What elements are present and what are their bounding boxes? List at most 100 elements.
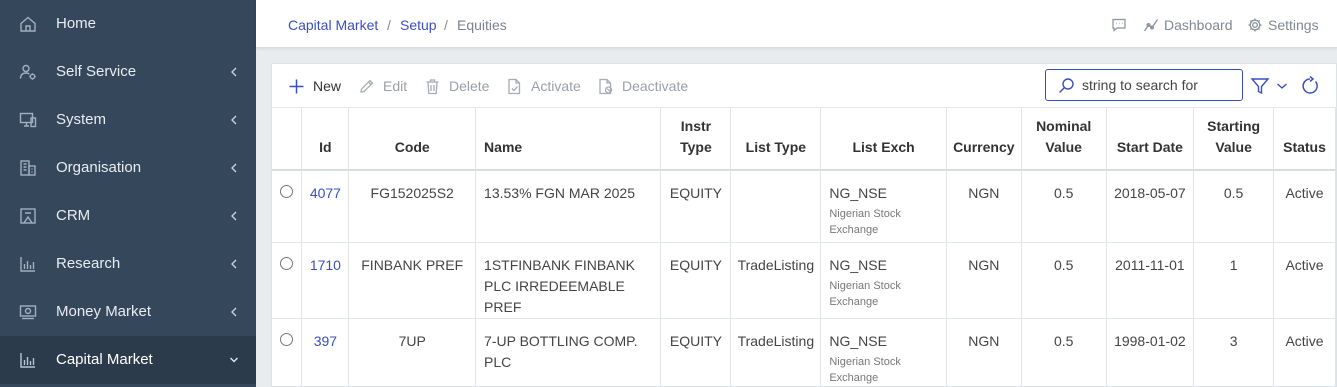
sidebar-item-home[interactable]: Home [0, 0, 256, 48]
dashboard-link[interactable]: Dashboard [1143, 15, 1233, 35]
exchange-code: NG_NSE [829, 185, 887, 201]
deactivate-label: Deactivate [622, 78, 689, 94]
gear-icon [1248, 18, 1262, 32]
line-chart-icon [1143, 19, 1159, 32]
settings-link[interactable]: Settings [1247, 15, 1319, 35]
table-header-row: Id Code Name Instr Type List Type List E… [272, 108, 1336, 171]
row-select-radio[interactable] [280, 332, 294, 346]
sidebar-item-research[interactable]: Research [0, 240, 256, 288]
sidebar-item-money-market[interactable]: Money Market [0, 288, 256, 336]
home-icon [19, 15, 37, 33]
sidebar: Home Self Service System Organisation CR… [0, 0, 256, 387]
chevron-down-icon [228, 351, 240, 369]
breadcrumb-setup[interactable]: Setup [400, 16, 437, 34]
sidebar-item-crm[interactable]: CRM [0, 192, 256, 240]
sidebar-item-self-service[interactable]: Self Service [0, 48, 256, 96]
row-currency: NGN [946, 170, 1022, 243]
breadcrumb-separator: / [387, 17, 391, 33]
column-header-select [272, 108, 303, 171]
plus-icon [289, 79, 304, 93]
breadcrumb-capital-market[interactable]: Capital Market [288, 16, 378, 34]
pencil-icon [360, 79, 374, 93]
toolbar: New Edit Delete Activate Deactivate [272, 64, 1337, 108]
search-icon [1059, 78, 1074, 93]
column-header-id[interactable]: Id [301, 108, 350, 171]
deactivate-button[interactable]: Deactivate [597, 76, 688, 96]
filter-button[interactable] [1250, 76, 1270, 96]
refresh-button[interactable] [1300, 76, 1320, 96]
table-row[interactable]: 4077 FG152025S2 13.53% FGN MAR 2025 EQUI… [272, 170, 1336, 243]
sidebar-item-label: Capital Market [56, 351, 153, 368]
sidebar-item-label: Research [56, 255, 121, 272]
chevron-left-icon [228, 111, 240, 129]
column-header-status[interactable]: Status [1273, 108, 1336, 171]
column-header-code[interactable]: Code [348, 108, 477, 171]
monitor-icon [19, 111, 37, 129]
row-status: Active [1273, 318, 1336, 387]
row-id-link[interactable]: 1710 [310, 257, 341, 273]
exchange-code: NG_NSE [829, 332, 887, 349]
building-icon [19, 159, 37, 177]
row-name: 1STFINBANK FINBANK PLC IRREDEEMABLE PREF [475, 242, 662, 319]
row-list-type: TradeListing [730, 242, 822, 319]
column-header-nominal-value[interactable]: Nominal Value [1021, 108, 1107, 171]
row-instr-type: EQUITY [660, 170, 732, 243]
chevron-left-icon [228, 303, 240, 321]
dashboard-label: Dashboard [1164, 17, 1233, 33]
comment-icon [1112, 18, 1126, 32]
user-gear-icon [19, 63, 37, 81]
sidebar-item-system[interactable]: System [0, 96, 256, 144]
row-nominal-value: 0.5 [1021, 242, 1107, 319]
search-box [1045, 69, 1243, 101]
row-select-radio[interactable] [280, 256, 294, 270]
edit-button[interactable]: Edit [358, 76, 407, 96]
money-icon [19, 303, 37, 321]
bar-chart-icon [19, 255, 37, 273]
activate-label: Activate [531, 78, 581, 94]
row-list-type [730, 170, 822, 243]
new-button[interactable]: New [288, 76, 341, 96]
row-id-link[interactable]: 397 [314, 333, 337, 349]
row-list-exch: NG_NSE Nigerian Stock Exchange [820, 170, 947, 243]
frame-icon [19, 207, 37, 225]
row-list-exch: NG_NSE Nigerian Stock Exchange [820, 318, 947, 387]
table-row[interactable]: 1710 FINBANK PREF 1STFINBANK FINBANK PLC… [272, 242, 1336, 319]
document-check-icon [508, 78, 521, 94]
row-start-date: 1998-01-02 [1106, 318, 1195, 387]
breadcrumb-separator: / [444, 17, 448, 33]
row-id-link[interactable]: 4077 [310, 185, 341, 201]
sidebar-item-label: Organisation [56, 159, 142, 176]
column-header-starting-value[interactable]: Starting Value [1193, 108, 1275, 171]
row-currency: NGN [946, 242, 1022, 319]
row-select-radio[interactable] [280, 185, 294, 198]
row-instr-type: EQUITY [660, 242, 732, 319]
filter-icon [1250, 78, 1270, 95]
table-row[interactable]: 397 7UP 7-UP BOTTLING COMP. PLC EQUITY T… [272, 318, 1336, 387]
sidebar-item-organisation[interactable]: Organisation [0, 144, 256, 192]
column-header-instr-type[interactable]: Instr Type [660, 108, 732, 171]
comment-button[interactable] [1111, 15, 1132, 35]
row-nominal-value: 0.5 [1021, 170, 1107, 243]
top-header: Capital Market / Setup / Equities Dashbo… [256, 0, 1337, 48]
search-input[interactable] [1082, 75, 1237, 95]
exchange-name: Nigerian Stock Exchange [829, 279, 901, 308]
row-nominal-value: 0.5 [1021, 318, 1107, 387]
filter-dropdown-button[interactable] [1272, 76, 1287, 96]
row-list-exch: NG_NSE Nigerian Stock Exchange [820, 242, 947, 319]
delete-label: Delete [449, 78, 490, 94]
chevron-left-icon [228, 255, 240, 273]
row-code: FG152025S2 [348, 170, 477, 243]
row-starting-value: 3 [1193, 318, 1275, 387]
sidebar-item-capital-market[interactable]: Capital Market [0, 336, 256, 384]
row-instr-type: EQUITY [660, 318, 732, 387]
delete-button[interactable]: Delete [424, 76, 489, 96]
column-header-list-exch[interactable]: List Exch [820, 108, 947, 171]
activate-button[interactable]: Activate [506, 76, 581, 96]
bar-chart-icon [19, 351, 37, 369]
exchange-code: NG_NSE [829, 256, 887, 273]
column-header-currency[interactable]: Currency [946, 108, 1022, 171]
column-header-start-date[interactable]: Start Date [1106, 108, 1195, 171]
exchange-name: Nigerian Stock Exchange [829, 355, 901, 384]
column-header-name[interactable]: Name [475, 108, 662, 171]
column-header-list-type[interactable]: List Type [730, 108, 822, 171]
